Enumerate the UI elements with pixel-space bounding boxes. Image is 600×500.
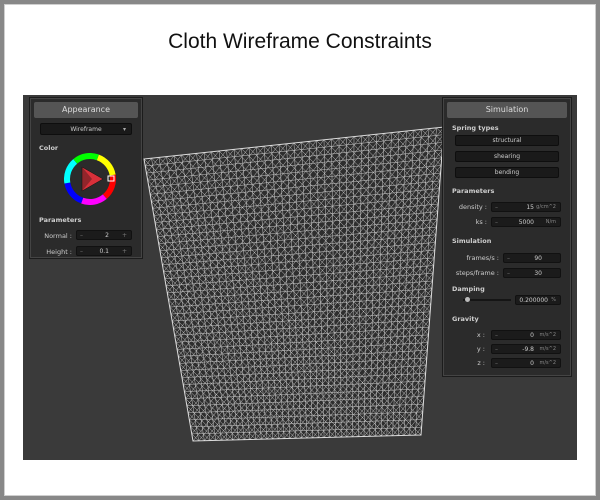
- ks-unit: N/m: [545, 219, 556, 225]
- minus-icon[interactable]: –: [495, 359, 498, 368]
- 3d-viewport[interactable]: Appearance Wireframe ▾ Color Parameters …: [23, 95, 577, 460]
- gravity-label: Gravity: [452, 315, 479, 323]
- damping-value: 0.200000: [519, 297, 548, 304]
- gravity-y-value: -9.8: [522, 346, 534, 353]
- normal-input[interactable]: – 2 +: [76, 230, 132, 240]
- structural-button[interactable]: structural: [455, 135, 559, 146]
- density-value: 15: [526, 204, 534, 211]
- appearance-panel: Appearance Wireframe ▾ Color Parameters …: [29, 97, 143, 259]
- gravity-x-unit: m/s^2: [539, 332, 556, 338]
- steps-label: steps/frame :: [455, 269, 499, 277]
- shearing-button[interactable]: shearing: [455, 151, 559, 162]
- gravity-y-input[interactable]: – -9.8 m/s^2: [491, 344, 561, 354]
- gravity-z-unit: m/s^2: [539, 360, 556, 366]
- page-title: Cloth Wireframe Constraints: [168, 30, 432, 53]
- spring-types-label: Spring types: [452, 124, 499, 132]
- damping-input[interactable]: 0.200000 %: [515, 295, 561, 305]
- bending-button[interactable]: bending: [455, 167, 559, 178]
- simulation-header[interactable]: Simulation: [447, 102, 567, 118]
- gravity-y-unit: m/s^2: [539, 346, 556, 352]
- minus-icon[interactable]: –: [495, 203, 498, 212]
- chevron-down-icon: ▾: [122, 126, 126, 133]
- gravity-x-value: 0: [530, 332, 534, 339]
- steps-value: 30: [534, 270, 542, 277]
- ks-value: 5000: [518, 219, 534, 226]
- minus-icon[interactable]: –: [507, 254, 510, 263]
- density-unit: g/cm^2: [536, 204, 556, 210]
- gravity-y-label: y :: [476, 345, 485, 353]
- height-value: 0.1: [99, 248, 109, 255]
- ks-input[interactable]: – 5000 N/m: [491, 217, 561, 227]
- density-label: density :: [458, 203, 487, 211]
- minus-icon[interactable]: –: [495, 218, 498, 227]
- simulation-section-label: Simulation: [452, 237, 492, 245]
- minus-icon[interactable]: –: [80, 247, 83, 256]
- appearance-parameters-label: Parameters: [39, 216, 82, 224]
- density-input[interactable]: – 15 g/cm^2: [491, 202, 561, 212]
- color-label: Color: [39, 144, 59, 152]
- fps-label: frames/s :: [466, 254, 500, 262]
- gravity-x-input[interactable]: – 0 m/s^2: [491, 330, 561, 340]
- fps-value: 90: [534, 255, 542, 262]
- steps-input[interactable]: – 30: [503, 268, 561, 278]
- simulation-parameters-label: Parameters: [452, 187, 495, 195]
- damping-slider[interactable]: [463, 299, 511, 301]
- plus-icon[interactable]: +: [122, 231, 127, 240]
- minus-icon[interactable]: –: [80, 231, 83, 240]
- normal-value: 2: [105, 232, 109, 239]
- color-wheel[interactable]: [64, 153, 116, 205]
- gravity-z-value: 0: [530, 360, 534, 367]
- minus-icon[interactable]: –: [495, 345, 498, 354]
- height-label: Height :: [46, 248, 72, 256]
- gravity-z-input[interactable]: – 0 m/s^2: [491, 358, 561, 368]
- minus-icon[interactable]: –: [507, 269, 510, 278]
- render-mode-dropdown[interactable]: Wireframe ▾: [40, 123, 132, 135]
- gravity-x-label: x :: [476, 331, 485, 339]
- minus-icon[interactable]: –: [495, 331, 498, 340]
- plus-icon[interactable]: +: [122, 247, 127, 256]
- damping-slider-knob[interactable]: [465, 297, 470, 302]
- simulation-panel: Simulation Spring types structural shear…: [442, 97, 572, 377]
- damping-label: Damping: [452, 285, 485, 293]
- height-input[interactable]: – 0.1 +: [76, 246, 132, 256]
- appearance-header[interactable]: Appearance: [34, 102, 138, 118]
- fps-input[interactable]: – 90: [503, 253, 561, 263]
- damping-unit: %: [551, 297, 556, 303]
- ks-label: ks :: [475, 218, 487, 226]
- gravity-z-label: z :: [477, 359, 485, 367]
- normal-label: Normal :: [44, 232, 72, 240]
- render-mode-value: Wireframe: [70, 126, 102, 133]
